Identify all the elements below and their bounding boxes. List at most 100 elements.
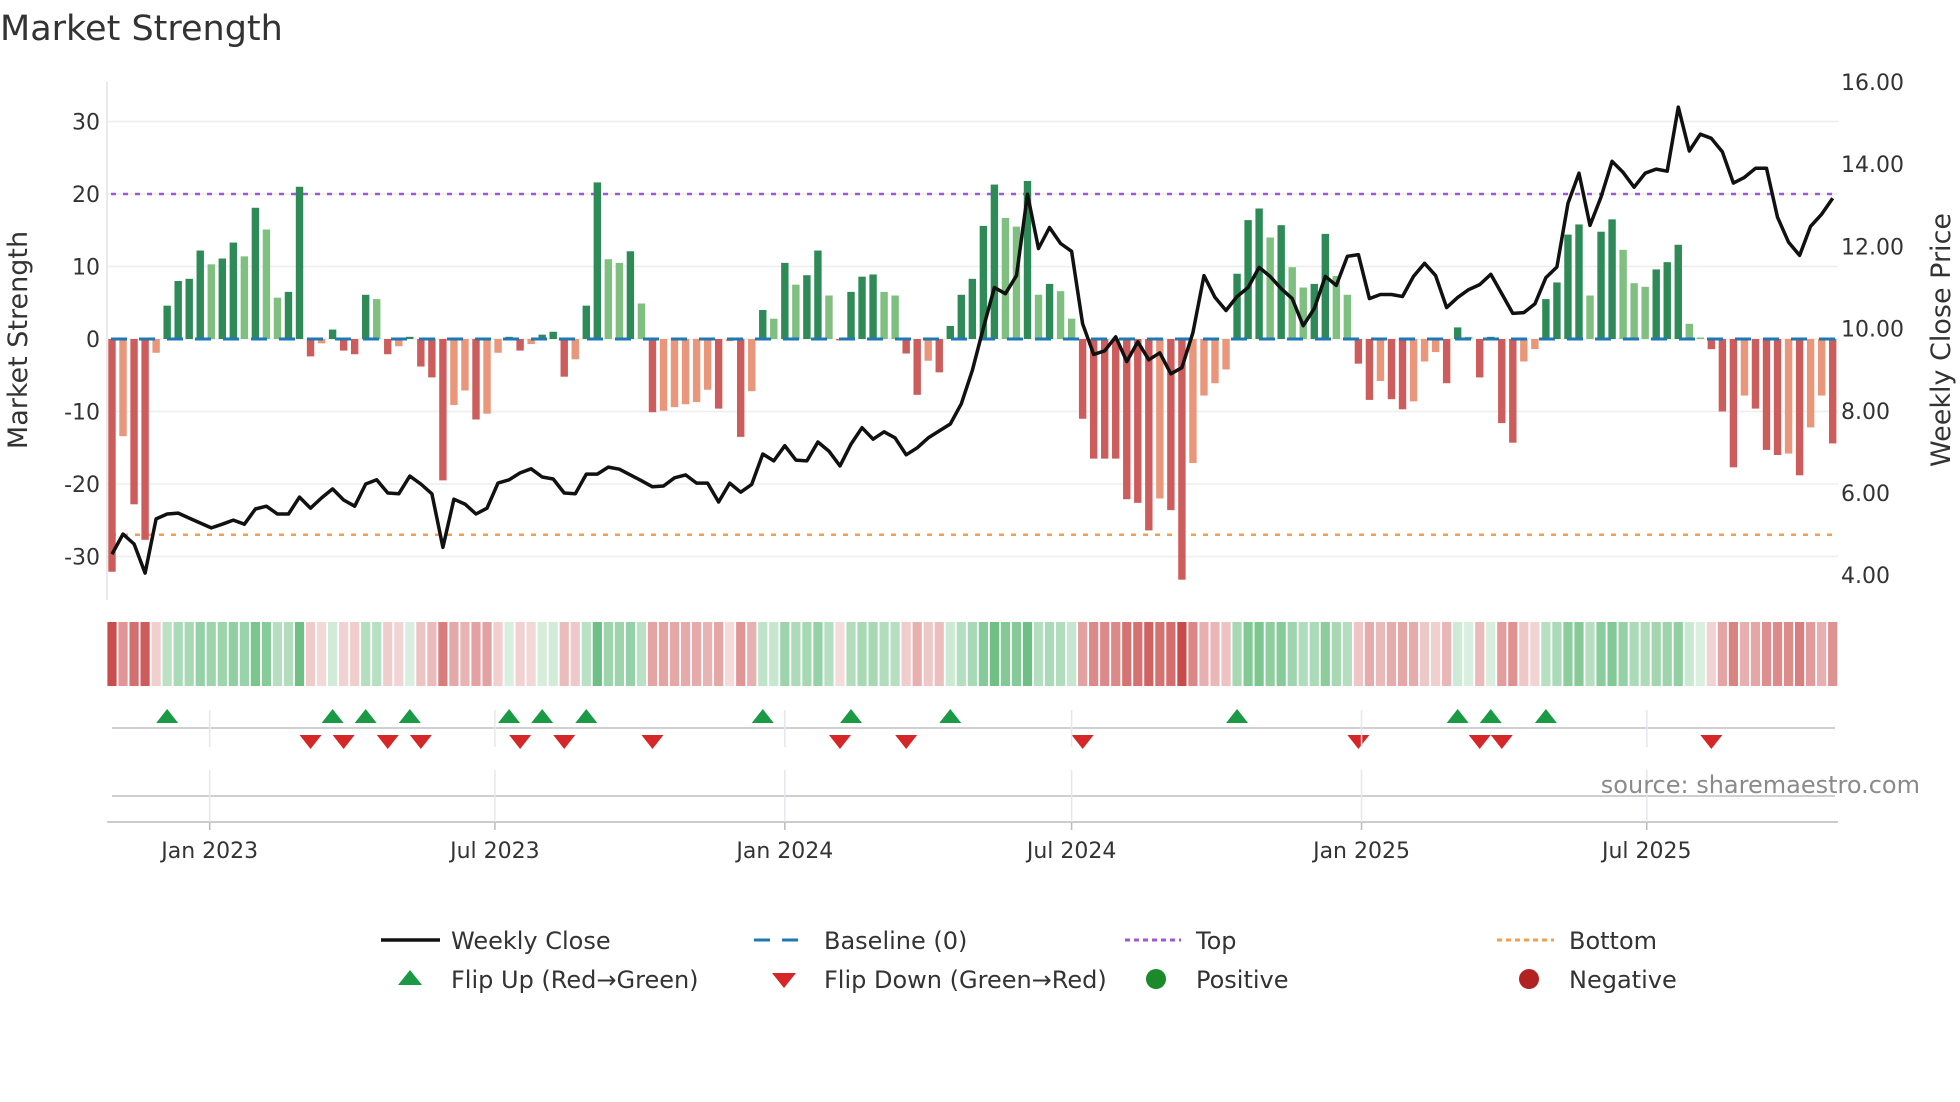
heat-strip-cell <box>824 622 834 686</box>
source-credit: source: sharemaestro.com <box>1601 771 1920 799</box>
positive-bar <box>781 262 789 339</box>
legend-label: Flip Up (Red→Green) <box>451 966 699 994</box>
positive-bar <box>1685 323 1693 339</box>
positive-bar <box>825 295 833 339</box>
heat-strip-cell <box>912 622 922 686</box>
legend-item-flip-up[interactable]: Flip Up (Red→Green) <box>398 966 699 994</box>
negative-bar <box>737 339 745 437</box>
negative-bar <box>1376 339 1385 382</box>
legend-item-flip-down[interactable]: Flip Down (Green→Red) <box>772 966 1107 994</box>
legend-item-top[interactable]: Top <box>1125 927 1237 955</box>
positive-bar <box>174 281 182 339</box>
positive-bar <box>251 207 260 339</box>
left-axis-ticks: 30 20 10 0 -10 -20 -30 <box>64 111 100 571</box>
heat-strip-cell <box>394 622 404 686</box>
heat-strip-cell <box>1111 622 1121 686</box>
strength-bars <box>108 180 1837 580</box>
heat-strip-cell <box>625 622 636 686</box>
heat-strip-cell <box>548 622 558 686</box>
heat-strip-cell <box>1783 622 1794 686</box>
legend-item-positive[interactable]: Positive <box>1146 966 1289 994</box>
heat-strip-cell <box>1331 622 1341 686</box>
heat-strip-cell <box>1067 622 1077 686</box>
positive-bar <box>1542 299 1550 339</box>
heat-strip-cell <box>934 622 944 686</box>
x-tick-label: Jul 2025 <box>1600 839 1692 864</box>
heat-strip-cell <box>1618 622 1628 686</box>
positive-bar <box>792 284 800 339</box>
heat-strip-cell <box>1552 622 1562 686</box>
heat-strip-cell <box>416 622 426 686</box>
negative-bar <box>1387 339 1396 400</box>
positive-bar <box>218 258 226 339</box>
negative-bar <box>428 339 436 378</box>
negative-bar <box>1740 339 1749 396</box>
heat-strip-cell <box>1221 622 1231 686</box>
x-tick-label: Jan 2025 <box>1311 839 1410 864</box>
legend: Weekly Close Baseline (0) Top Bottom Fli… <box>381 927 1677 994</box>
heat-strip-cell <box>1089 622 1099 686</box>
negative-bar <box>350 339 359 355</box>
negative-bar <box>1718 339 1727 412</box>
negative-bar <box>1828 339 1837 444</box>
positive-bar <box>196 250 204 339</box>
x-axis-ticks: Jan 2023 Jul 2023 Jan 2024 Jul 2024 Jan 2025… <box>159 710 1692 864</box>
negative-bar <box>571 339 579 360</box>
heat-strip-cell <box>1728 622 1739 686</box>
right-tick-label: 12.00 <box>1841 235 1904 260</box>
heat-strip-cell <box>1243 622 1253 686</box>
heat-strip-cell <box>129 622 139 686</box>
left-tick-label: -30 <box>64 546 100 571</box>
heat-strip-cell <box>901 622 911 686</box>
negative-bar <box>494 339 502 353</box>
green-circle-icon <box>1146 969 1166 989</box>
legend-item-negative[interactable]: Negative <box>1519 966 1677 994</box>
heat-strip-cell <box>658 622 669 686</box>
negative-bar <box>1078 339 1087 419</box>
right-axis-title: Weekly Close Price <box>1926 213 1957 467</box>
heat-strip-cell <box>1055 622 1066 686</box>
heat-strip-cell <box>140 622 150 686</box>
positive-bar <box>361 294 370 339</box>
heat-strip-cell <box>581 622 591 686</box>
heat-strip-cell <box>195 622 205 686</box>
right-tick-label: 8.00 <box>1841 400 1890 425</box>
flip-down-marker <box>509 735 532 749</box>
positive-bar <box>604 259 613 339</box>
heat-strip-cell <box>460 622 470 686</box>
heat-strip-cell <box>1364 622 1375 686</box>
heat-strip-cell <box>1408 622 1419 686</box>
right-tick-label: 6.00 <box>1841 482 1890 507</box>
positive-bar <box>637 303 646 339</box>
legend-item-baseline[interactable]: Baseline (0) <box>754 927 967 955</box>
left-tick-label: -20 <box>64 473 100 498</box>
positive-bar <box>1641 286 1649 339</box>
flip-down-marker <box>1347 735 1370 749</box>
flip-up-marker <box>1479 709 1502 723</box>
triangle-up-icon <box>398 970 422 985</box>
negative-bar <box>1200 339 1208 396</box>
negative-bar <box>339 339 348 351</box>
legend-item-bottom[interactable]: Bottom <box>1497 927 1657 955</box>
heat-strip-cell <box>261 622 272 686</box>
left-tick-label: 30 <box>72 111 100 136</box>
negative-bar <box>472 339 480 420</box>
positive-bar <box>1553 282 1561 339</box>
positive-bar <box>968 278 977 339</box>
legend-item-weekly-close[interactable]: Weekly Close <box>381 927 611 955</box>
positive-bar <box>549 331 557 339</box>
heat-strip-cell <box>603 622 613 686</box>
positive-bar <box>615 262 624 339</box>
negative-bar <box>450 339 458 405</box>
positive-bar <box>1233 273 1241 339</box>
negative-bar <box>681 339 690 405</box>
heat-strip-cell <box>1651 622 1661 686</box>
positive-bar <box>1696 337 1705 339</box>
positive-bar <box>373 299 381 339</box>
negative-bar <box>659 339 668 411</box>
positive-bar <box>406 336 414 339</box>
positive-bar <box>880 291 888 339</box>
right-tick-label: 4.00 <box>1841 564 1890 589</box>
positive-bar <box>1652 269 1660 339</box>
heat-strip-cell <box>802 622 812 686</box>
